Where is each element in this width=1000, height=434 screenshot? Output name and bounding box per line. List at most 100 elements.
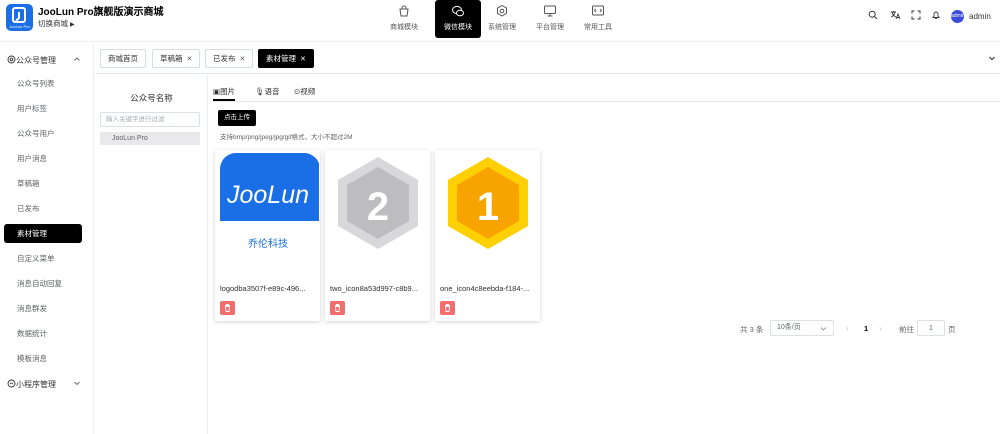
image-card[interactable]: 1 one_icon4c8eebda-f184-... <box>435 150 540 321</box>
microphone-icon: 🎙 <box>255 87 265 96</box>
prev-page-button[interactable]: ‹ <box>846 324 849 333</box>
mini-program-icon <box>7 379 16 388</box>
shopping-bag-icon <box>381 0 427 22</box>
delete-button[interactable] <box>220 301 235 315</box>
media-tab-voice[interactable]: 🎙语音 <box>255 86 280 101</box>
nav-label: 平台管理 <box>536 24 564 31</box>
tab-label: 草稿箱 <box>160 54 183 63</box>
page-size-value: 10条/页 <box>777 324 801 331</box>
thumb-text: JooLun <box>226 181 309 209</box>
bell-icon[interactable] <box>931 10 945 24</box>
account-panel-title: 公众号名称 <box>130 93 173 103</box>
search-icon[interactable] <box>868 10 882 24</box>
image-thumbnail-one[interactable]: 1 <box>436 151 539 266</box>
gear-icon <box>479 0 525 22</box>
trash-icon <box>225 304 230 312</box>
close-icon[interactable]: ✕ <box>240 56 246 63</box>
delete-button[interactable] <box>440 301 455 315</box>
nav-platform-management[interactable]: 平台管理 <box>527 0 573 38</box>
monitor-icon <box>527 0 573 22</box>
sidebar-item-published[interactable]: 已发布 <box>4 199 82 218</box>
sidebar-item-account-users[interactable]: 公众号用户 <box>4 124 82 143</box>
tabs-bar: 商城首页 草稿箱 ✕ 已发布 ✕ 素材管理 ✕ <box>95 43 1000 74</box>
account-filter-input[interactable] <box>100 112 200 127</box>
tab-label: 商城首页 <box>108 54 138 63</box>
header-tools: admin admin <box>868 10 1000 24</box>
sidebar-item-drafts[interactable]: 草稿箱 <box>4 174 82 193</box>
upload-hint: 支持bmp/png/jpeg/jpg/gif格式，大小不超过2M <box>220 134 353 141</box>
tab-drafts[interactable]: 草稿箱 ✕ <box>152 49 201 68</box>
delete-button[interactable] <box>330 301 345 315</box>
thumb-text: 1 <box>477 185 499 229</box>
upload-button[interactable]: 点击上传 <box>218 110 256 126</box>
menu-group-label: 小程序管理 <box>16 380 56 389</box>
avatar[interactable]: admin <box>951 10 965 23</box>
nav-label: 常用工具 <box>584 24 612 31</box>
chevron-up-icon <box>73 55 81 63</box>
fullscreen-icon[interactable] <box>911 10 925 24</box>
settings-circle-icon <box>7 55 16 64</box>
page-number-current[interactable]: 1 <box>864 324 868 333</box>
switch-mall-link[interactable]: 切换商城 ▶ <box>38 18 75 29</box>
close-icon[interactable]: ✕ <box>187 56 193 63</box>
image-thumbnail-joolun[interactable]: JooLun 乔伦科技 <box>216 151 319 266</box>
sidebar-item-statistics[interactable]: 数据统计 <box>4 324 82 343</box>
sidebar: 公众号管理 公众号列表 用户标签 公众号用户 用户消息 草稿箱 已发布 素材管理… <box>0 43 94 434</box>
tab-published[interactable]: 已发布 ✕ <box>205 49 254 68</box>
logo-text: JooLun Pro <box>9 24 30 29</box>
sidebar-item-material-management[interactable]: 素材管理 <box>4 224 82 243</box>
nav-system-management[interactable]: 系统管理 <box>479 0 525 38</box>
sidebar-item-auto-reply[interactable]: 消息自动回复 <box>4 274 82 293</box>
trash-icon <box>335 304 340 312</box>
translate-icon[interactable] <box>890 10 904 24</box>
nav-common-tools[interactable]: 常用工具 <box>575 0 621 38</box>
username[interactable]: admin <box>969 12 991 21</box>
sidebar-item-custom-menu[interactable]: 自定义菜单 <box>4 249 82 268</box>
tab-label: 已发布 <box>213 54 236 63</box>
image-thumbnail-two[interactable]: 2 <box>326 151 429 266</box>
menu-group-official-account[interactable]: 公众号管理 <box>0 50 94 70</box>
nav-shop-module[interactable]: 商城模块 <box>381 0 427 38</box>
image-filename: one_icon4c8eebda-f184-... <box>440 284 530 293</box>
next-page-button[interactable]: › <box>879 324 882 333</box>
nav-wechat-module[interactable]: 微信模块 <box>435 0 481 38</box>
sidebar-item-user-tags[interactable]: 用户标签 <box>4 99 82 118</box>
sidebar-item-mass-message[interactable]: 消息群发 <box>4 299 82 318</box>
chevron-down-icon <box>73 379 81 387</box>
menu-group-mini-program[interactable]: 小程序管理 <box>0 374 94 394</box>
account-list-item[interactable]: JooLun Pro <box>100 132 200 145</box>
image-card[interactable]: JooLun 乔伦科技 logodba3507f-e89c-496... <box>215 150 320 321</box>
nav-label: 微信模块 <box>444 24 472 31</box>
code-window-icon <box>575 0 621 22</box>
media-tab-video[interactable]: ⊙视频 <box>294 86 315 101</box>
wechat-icon <box>435 0 481 22</box>
tab-shop-home[interactable]: 商城首页 <box>100 49 146 68</box>
nav-label: 系统管理 <box>488 24 516 31</box>
page-suffix: 页 <box>948 325 956 334</box>
close-icon[interactable]: ✕ <box>300 56 306 63</box>
sidebar-item-template-messages[interactable]: 模板消息 <box>4 349 82 368</box>
goto-page-input[interactable] <box>917 320 945 336</box>
sidebar-item-account-list[interactable]: 公众号列表 <box>4 74 82 93</box>
chevron-down-icon <box>820 324 827 331</box>
app-title: JooLun Pro旗舰版演示商城 <box>38 7 164 18</box>
tab-label: 素材管理 <box>266 54 296 63</box>
media-tab-label: 图片 <box>220 87 236 96</box>
media-tab-label: 视频 <box>300 87 316 96</box>
nav-label: 商城模块 <box>390 24 418 31</box>
chevron-down-icon[interactable] <box>988 54 996 62</box>
page-size-select[interactable]: 10条/页 <box>770 320 834 336</box>
app-logo[interactable]: JooLun Pro <box>6 4 33 31</box>
tab-material-management[interactable]: 素材管理 ✕ <box>258 49 314 68</box>
image-filename: two_icon8a53d997-c8b9... <box>330 284 418 293</box>
switch-mall-label: 切换商城 <box>38 19 68 28</box>
caret-right-icon: ▶ <box>70 22 75 28</box>
media-tab-image[interactable]: ▣图片 <box>213 86 236 101</box>
pagination-total: 共 3 条 <box>740 325 764 334</box>
goto-label: 前往 <box>899 325 914 334</box>
image-card[interactable]: 2 two_icon8a53d997-c8b9... <box>325 150 430 321</box>
avatar-text: admin <box>951 13 965 19</box>
sidebar-item-user-messages[interactable]: 用户消息 <box>4 149 82 168</box>
menu-group-label: 公众号管理 <box>16 56 56 65</box>
thumb-text: 2 <box>367 185 389 229</box>
